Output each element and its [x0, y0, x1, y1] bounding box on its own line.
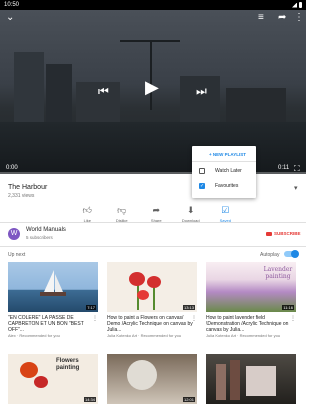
- status-time: 10:50: [4, 2, 20, 8]
- youtube-icon: [266, 231, 272, 236]
- battery-icon: [299, 2, 302, 8]
- new-playlist-button[interactable]: + NEW PLAYLIST: [209, 152, 246, 157]
- video-card-title[interactable]: How to paint a Flowers on canvas/ Demo /…: [107, 315, 197, 333]
- recommended-video-card[interactable]: 12:01: [107, 354, 197, 404]
- thumbnail-text: Flowers painting: [56, 358, 80, 371]
- video-card-title[interactable]: "EN COLÈRE" LA PASSE DE CAPBRETON ET UN …: [8, 315, 98, 333]
- video-duration: 7:17: [86, 305, 96, 310]
- playlist-option-watch-later[interactable]: Watch Later: [199, 168, 242, 174]
- recommended-video-card[interactable]: Flowers painting 14:34: [8, 354, 98, 404]
- toggle-knob: [291, 250, 299, 258]
- video-thumbnail[interactable]: 7:17: [8, 262, 98, 312]
- video-frame-building: [180, 76, 220, 122]
- thumbnail-flower: [34, 376, 48, 388]
- thumbs-down-icon: 👎︎: [117, 205, 127, 215]
- status-icons: [292, 2, 302, 8]
- subscribe-button[interactable]: SUBSCRIBE: [266, 231, 301, 236]
- video-duration: 13:13: [182, 305, 195, 310]
- download-button[interactable]: ⬇ Download: [174, 205, 209, 223]
- share-button[interactable]: ➦ Share: [139, 205, 174, 223]
- video-duration: 14:34: [83, 397, 96, 402]
- channel-subscribers: 5 subscribers: [26, 235, 53, 240]
- current-time: 0:00: [6, 165, 18, 171]
- more-options-icon[interactable]: ⋮: [290, 315, 296, 322]
- autoplay-label: Autoplay: [260, 252, 280, 258]
- checkbox[interactable]: [199, 168, 205, 174]
- video-duration: 12:01: [182, 397, 195, 402]
- thumbs-up-icon: 👍︎: [82, 205, 92, 215]
- play-icon[interactable]: ▶: [145, 78, 159, 96]
- thumbnail-paint-tube: [230, 360, 240, 400]
- video-card-meta: Julia Kotenko Art · Recommended for you: [206, 333, 281, 338]
- thumbnail-flower: [20, 362, 38, 378]
- action-bar: 👍︎ Like 👎︎ Dislike ➦ Share ⬇ Download ☑ …: [70, 205, 243, 223]
- thumbnail-flower: [129, 272, 145, 286]
- video-thumbnail[interactable]: [206, 354, 296, 404]
- video-player[interactable]: ⌄ ≡ ➦ ⋮ ⏮ ▶ ⏭ 0:00 0:11 ⛶: [0, 10, 306, 174]
- checkbox-checked[interactable]: ✓: [199, 183, 205, 189]
- playlist-option-label: Watch Later: [215, 168, 242, 174]
- divider: [0, 246, 306, 247]
- subscribe-label: SUBSCRIBE: [274, 231, 301, 236]
- video-thumbnail[interactable]: Flowers painting 14:34: [8, 354, 98, 404]
- divider: [0, 222, 306, 223]
- save-to-playlist-popup: + NEW PLAYLIST Watch Later ✓ Favourites: [192, 146, 256, 198]
- share-icon[interactable]: ➦: [278, 13, 286, 23]
- playlist-option-label: Favourites: [215, 183, 239, 189]
- thumbnail-text: Lavender painting: [263, 266, 293, 280]
- video-frame-crane-arm: [120, 40, 180, 42]
- video-frame-building: [46, 64, 72, 122]
- saved-icon: ☑: [221, 205, 230, 215]
- video-thumbnail[interactable]: Lavender painting 11:16: [206, 262, 296, 312]
- video-card-title[interactable]: How to paint lavender field \Demonstrati…: [206, 315, 296, 333]
- video-frame-building: [14, 52, 44, 122]
- thumbnail-boat: [40, 292, 66, 296]
- thumbnail-flower: [147, 276, 161, 288]
- thumbnail-canvas: [246, 366, 276, 396]
- video-duration: 11:16: [282, 305, 294, 310]
- more-options-icon[interactable]: ⋮: [92, 315, 98, 322]
- download-icon: ⬇: [186, 205, 195, 215]
- next-icon[interactable]: ⏭: [196, 85, 207, 97]
- like-button[interactable]: 👍︎ Like: [70, 205, 105, 223]
- saved-button[interactable]: ☑ Saved: [208, 205, 243, 223]
- more-options-icon[interactable]: ⋮: [191, 315, 197, 322]
- video-title: The Harbour: [8, 184, 48, 191]
- recommended-video-card[interactable]: [206, 354, 296, 404]
- previous-icon[interactable]: ⏮: [98, 85, 109, 97]
- dislike-button[interactable]: 👎︎ Dislike: [105, 205, 140, 223]
- recommended-video-card[interactable]: Lavender painting 11:16 How to paint lav…: [206, 262, 296, 338]
- video-card-meta: Julia Kotenko Art · Recommended for you: [107, 333, 182, 338]
- expand-description-icon[interactable]: ▾: [294, 184, 298, 192]
- total-time: 0:11: [278, 165, 290, 171]
- channel-name[interactable]: World Manuals: [26, 227, 66, 233]
- thumbnail-sail: [44, 270, 54, 292]
- up-next-heading: Up next: [8, 252, 26, 258]
- video-card-meta: Alex · Recommended for you: [8, 333, 60, 338]
- add-to-queue-icon[interactable]: ≡: [258, 13, 264, 23]
- video-frame-crane: [150, 40, 152, 110]
- video-thumbnail[interactable]: 13:13: [107, 262, 197, 312]
- status-bar: 10:50: [0, 0, 306, 10]
- divider: [192, 161, 256, 162]
- more-options-icon[interactable]: ⋮: [294, 13, 304, 23]
- share-icon: ➦: [152, 205, 161, 215]
- thumbnail-flower: [137, 290, 149, 300]
- recommended-video-card[interactable]: 13:13 How to paint a Flowers on canvas/ …: [107, 262, 197, 338]
- video-frame-building: [226, 88, 286, 122]
- autoplay-toggle[interactable]: [284, 250, 299, 258]
- thumbnail-sail: [55, 274, 63, 292]
- thumbnail-bouquet: [127, 360, 157, 390]
- view-count: 2,331 views: [8, 193, 35, 199]
- progress-bar[interactable]: [0, 172, 306, 174]
- channel-avatar[interactable]: W: [8, 228, 20, 240]
- video-frame-water: [0, 122, 306, 174]
- playlist-option-favourites[interactable]: ✓ Favourites: [199, 183, 238, 189]
- recommended-video-card[interactable]: 7:17 "EN COLÈRE" LA PASSE DE CAPBRETON E…: [8, 262, 98, 338]
- chevron-down-icon[interactable]: ⌄: [6, 13, 14, 23]
- thumbnail-paint-tube: [216, 364, 226, 400]
- video-thumbnail[interactable]: 12:01: [107, 354, 197, 404]
- signal-icon: [292, 2, 297, 8]
